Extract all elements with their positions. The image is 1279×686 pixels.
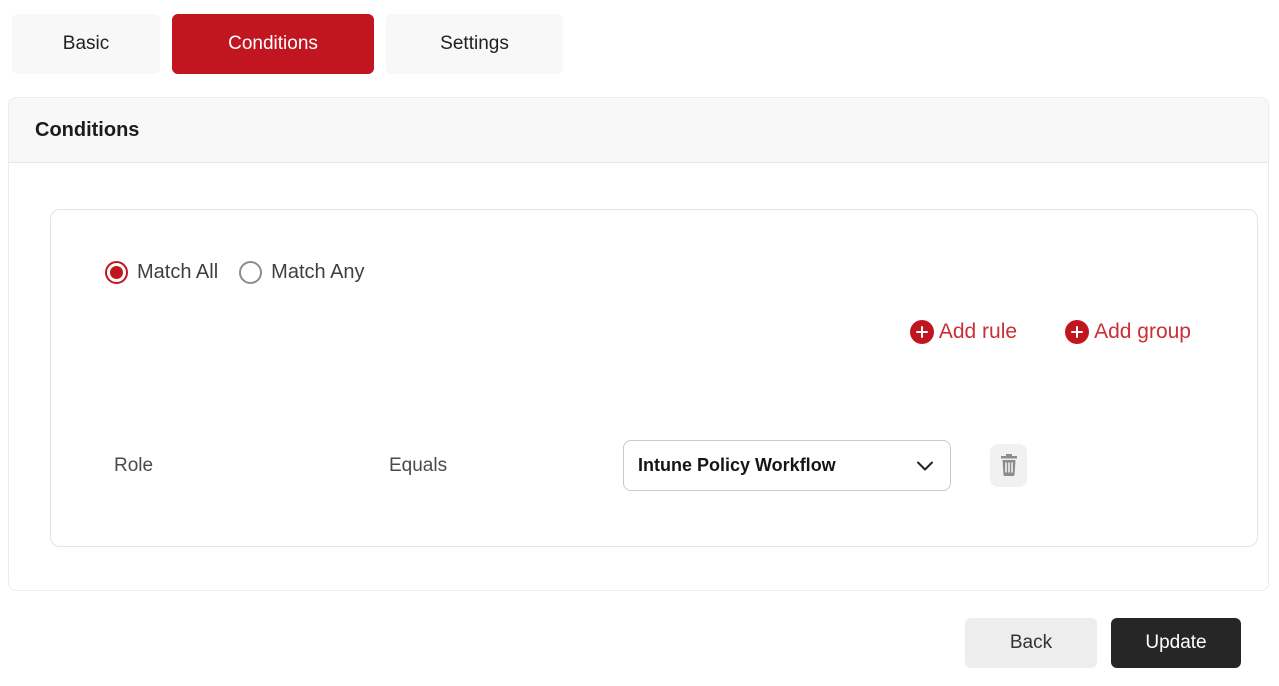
panel-title: Conditions [9, 98, 1268, 163]
add-rule-label: Add rule [939, 320, 1017, 344]
tab-settings[interactable]: Settings [386, 14, 563, 74]
match-all-label: Match All [137, 261, 218, 284]
plus-circle-icon [1065, 320, 1089, 344]
rule-field-label: Role [114, 455, 153, 477]
tab-bar: Basic Conditions Settings [12, 14, 563, 74]
rule-group-card: Match All Match Any Add rule [50, 209, 1258, 547]
chevron-down-icon [916, 460, 934, 472]
back-button[interactable]: Back [965, 618, 1097, 668]
rule-value-select[interactable]: Intune Policy Workflow [623, 440, 951, 491]
tab-conditions[interactable]: Conditions [172, 14, 374, 74]
rule-value-selected-option: Intune Policy Workflow [638, 455, 836, 476]
delete-rule-button[interactable] [990, 444, 1027, 487]
match-mode-group: Match All Match Any [105, 261, 377, 284]
match-all-radio[interactable] [105, 261, 128, 284]
trash-icon [999, 453, 1019, 479]
plus-circle-icon [910, 320, 934, 344]
rule-actions: Add rule Add group [51, 320, 1191, 344]
add-rule-button[interactable]: Add rule [910, 320, 1017, 344]
add-group-button[interactable]: Add group [1065, 320, 1191, 344]
update-button[interactable]: Update [1111, 618, 1241, 668]
match-any-label: Match Any [271, 261, 364, 284]
conditions-panel: Conditions Match All Match Any Add rule [8, 97, 1269, 591]
tab-basic[interactable]: Basic [12, 14, 160, 74]
match-any-radio[interactable] [239, 261, 262, 284]
add-group-label: Add group [1094, 320, 1191, 344]
rule-operator-label: Equals [389, 455, 447, 477]
